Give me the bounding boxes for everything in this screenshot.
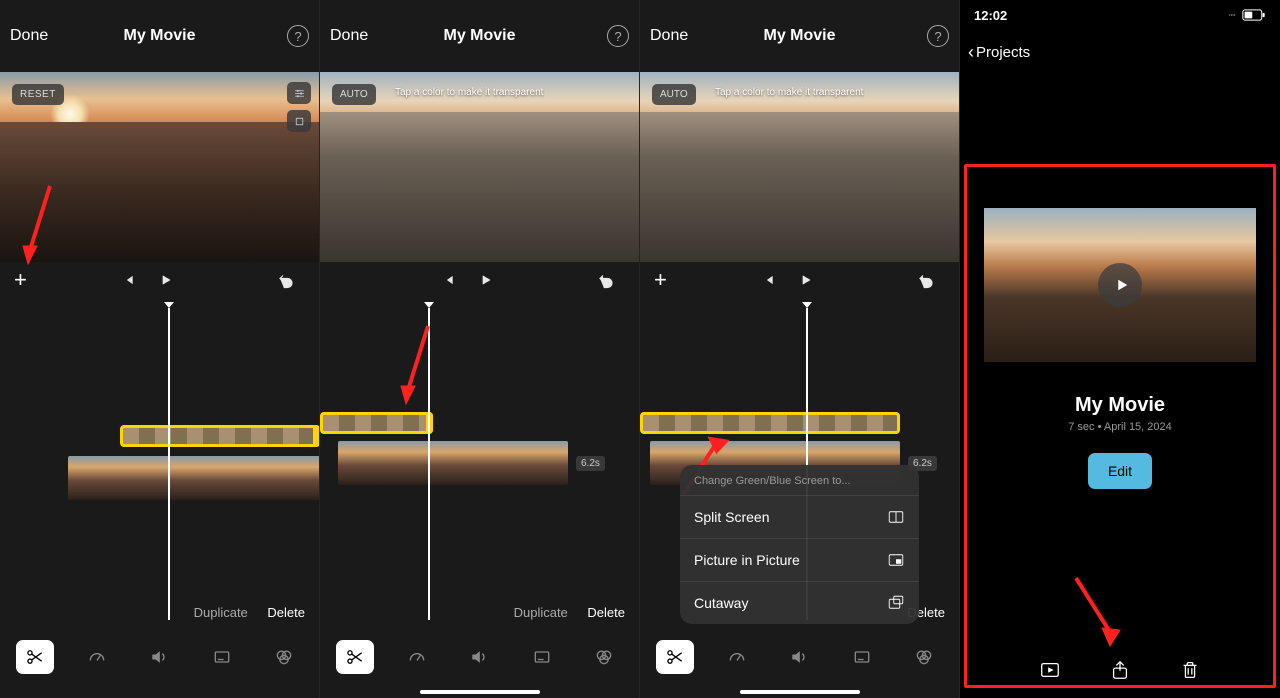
auto-button[interactable]: AUTO <box>332 84 376 105</box>
editor-top-bar: Done My Movie ? <box>640 0 959 72</box>
filters-icon[interactable] <box>287 82 311 104</box>
titles-icon[interactable] <box>523 640 561 674</box>
speed-icon[interactable] <box>398 640 436 674</box>
base-clip[interactable] <box>68 456 320 500</box>
crop-icon[interactable] <box>287 110 311 132</box>
timeline[interactable]: 6.2s Duplicate Delete Change Green/Blue … <box>640 298 959 628</box>
transport-row: + <box>320 262 639 298</box>
share-icon[interactable] <box>1108 658 1132 682</box>
overlay-clip[interactable] <box>320 412 433 434</box>
tool-bar <box>640 630 959 698</box>
delete-button[interactable]: Delete <box>267 605 305 620</box>
tool-bar <box>0 630 319 698</box>
popover-option-pip[interactable]: Picture in Picture <box>680 538 919 581</box>
status-bar: 12:02 <box>960 0 1280 30</box>
overlay-mode-popover: Change Green/Blue Screen to... Split Scr… <box>680 465 919 624</box>
project-title: My Movie <box>123 27 195 45</box>
done-button[interactable]: Done <box>330 27 368 45</box>
editor-panel-2: Done My Movie ? AUTO Tap a color to make… <box>320 0 640 698</box>
battery-icon <box>1228 9 1266 21</box>
help-icon[interactable]: ? <box>607 25 629 47</box>
trash-icon[interactable] <box>1178 658 1202 682</box>
playhead[interactable] <box>168 308 170 620</box>
play-icon[interactable] <box>1098 263 1142 307</box>
auto-button[interactable]: AUTO <box>652 84 696 105</box>
titles-icon[interactable] <box>203 640 241 674</box>
volume-icon[interactable] <box>780 640 818 674</box>
skip-start-icon[interactable] <box>757 269 779 291</box>
popover-option-split-screen[interactable]: Split Screen <box>680 495 919 538</box>
filters-bar-icon[interactable] <box>585 640 623 674</box>
scissors-icon[interactable] <box>16 640 54 674</box>
timeline[interactable]: 6.2s Duplicate Delete <box>320 298 639 628</box>
done-button[interactable]: Done <box>650 27 688 45</box>
transparency-hint: Tap a color to make it transparent <box>715 87 863 98</box>
undo-icon[interactable] <box>915 269 937 291</box>
editor-top-bar: Done My Movie ? <box>0 0 319 72</box>
chevron-left-icon: ‹ <box>968 42 974 63</box>
transport-row: + <box>640 262 959 298</box>
tool-bar <box>320 630 639 698</box>
popover-option-cutaway[interactable]: Cutaway <box>680 581 919 624</box>
volume-icon[interactable] <box>140 640 178 674</box>
project-title: My Movie <box>763 27 835 45</box>
skip-start-icon[interactable] <box>117 269 139 291</box>
timeline[interactable]: Duplicate Delete <box>0 298 319 628</box>
edit-button[interactable]: Edit <box>1088 453 1152 489</box>
clip-actions: Duplicate Delete <box>178 605 305 620</box>
preview-area[interactable]: AUTO Tap a color to make it transparent <box>640 72 959 262</box>
play-project-icon[interactable] <box>1038 658 1062 682</box>
home-indicator[interactable] <box>420 690 540 694</box>
filters-bar-icon[interactable] <box>265 640 303 674</box>
pip-icon <box>887 551 905 569</box>
filters-bar-icon[interactable] <box>905 640 943 674</box>
overlay-clip[interactable] <box>640 412 900 434</box>
undo-icon[interactable] <box>595 269 617 291</box>
project-name: My Movie <box>960 394 1280 417</box>
speed-icon[interactable] <box>78 640 116 674</box>
duplicate-button[interactable]: Duplicate <box>514 605 568 620</box>
help-icon[interactable]: ? <box>927 25 949 47</box>
projects-back-button[interactable]: ‹ Projects <box>960 30 1280 74</box>
base-clip[interactable] <box>338 441 568 485</box>
scissors-icon[interactable] <box>656 640 694 674</box>
editor-panel-1: Done My Movie ? RESET + Duplicate <box>0 0 320 698</box>
play-icon[interactable] <box>795 269 817 291</box>
project-meta: 7 sec • April 15, 2024 <box>960 421 1280 433</box>
project-title: My Movie <box>443 27 515 45</box>
volume-icon[interactable] <box>460 640 498 674</box>
clip-actions: Duplicate Delete <box>498 605 625 620</box>
cutaway-icon <box>887 594 905 612</box>
undo-icon[interactable] <box>275 269 297 291</box>
delete-button[interactable]: Delete <box>587 605 625 620</box>
project-actions <box>960 658 1280 682</box>
duplicate-button[interactable]: Duplicate <box>194 605 248 620</box>
transparency-hint: Tap a color to make it transparent <box>395 87 543 98</box>
overlay-clip[interactable] <box>120 425 320 447</box>
editor-panel-3: Done My Movie ? AUTO Tap a color to make… <box>640 0 960 698</box>
popover-header: Change Green/Blue Screen to... <box>680 465 919 495</box>
titles-icon[interactable] <box>843 640 881 674</box>
play-icon[interactable] <box>475 269 497 291</box>
help-icon[interactable]: ? <box>287 25 309 47</box>
done-button[interactable]: Done <box>10 27 48 45</box>
skip-start-icon[interactable] <box>437 269 459 291</box>
duration-badge: 6.2s <box>576 456 605 471</box>
play-icon[interactable] <box>155 269 177 291</box>
editor-top-bar: Done My Movie ? <box>320 0 639 72</box>
speed-icon[interactable] <box>718 640 756 674</box>
project-thumbnail[interactable] <box>984 208 1256 362</box>
preview-area[interactable]: AUTO Tap a color to make it transparent <box>320 72 639 262</box>
reset-button[interactable]: RESET <box>12 84 64 105</box>
projects-panel: 12:02 ‹ Projects My Movie 7 sec • April … <box>960 0 1280 698</box>
add-media-button[interactable]: + <box>654 267 667 293</box>
status-time: 12:02 <box>974 8 1007 23</box>
home-indicator[interactable] <box>740 690 860 694</box>
scissors-icon[interactable] <box>336 640 374 674</box>
split-screen-icon <box>887 508 905 526</box>
